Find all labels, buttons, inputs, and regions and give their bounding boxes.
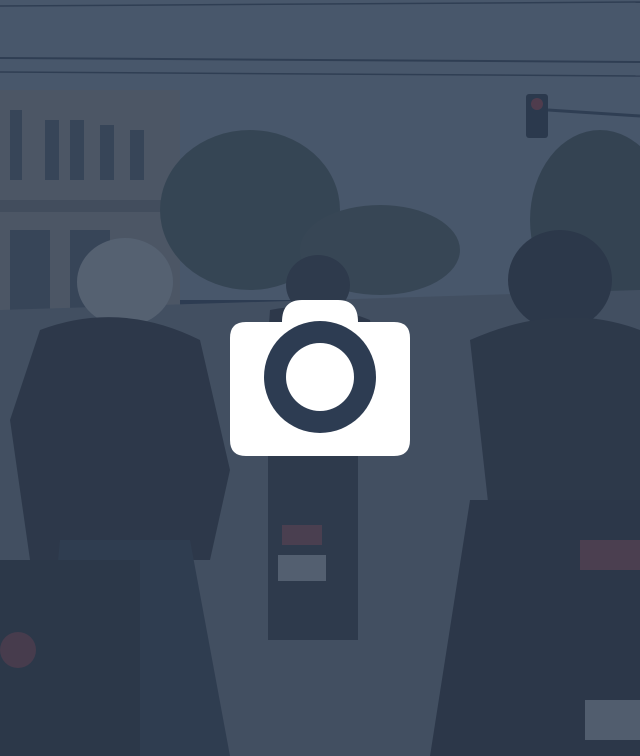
camera-icon (230, 300, 410, 456)
photo-placeholder[interactable] (0, 0, 640, 756)
